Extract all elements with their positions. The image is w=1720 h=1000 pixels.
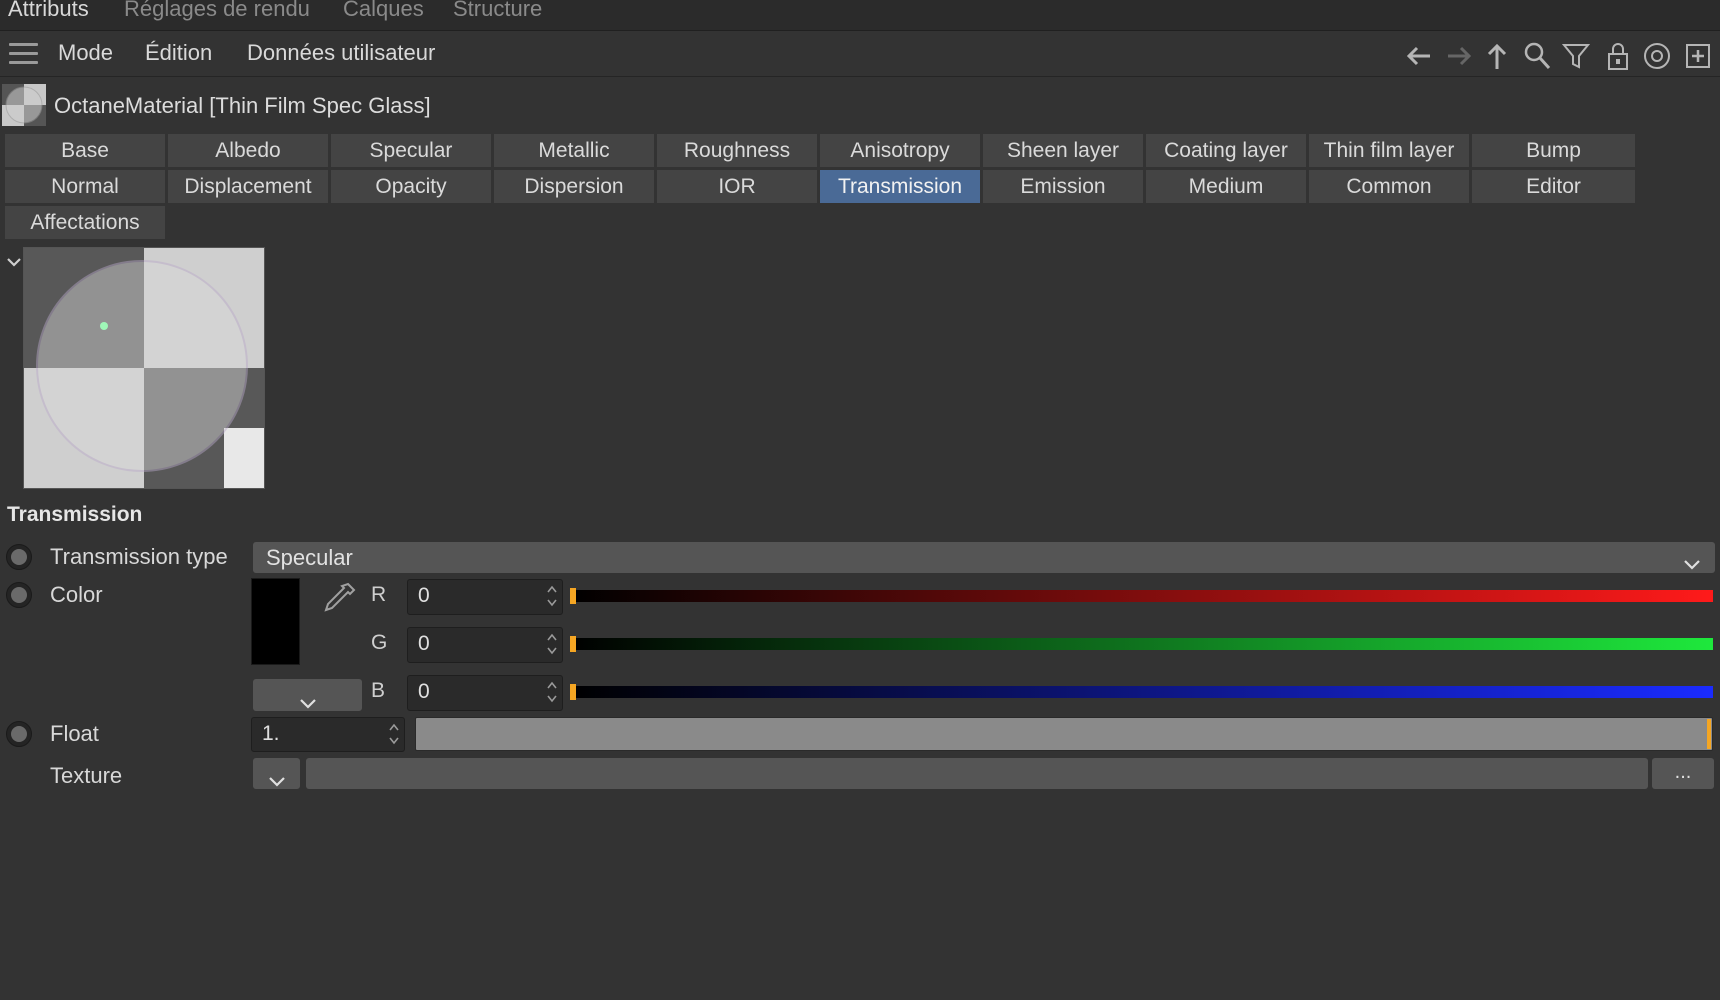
float-slider[interactable] bbox=[415, 717, 1713, 751]
object-header: OctaneMaterial [Thin Film Spec Glass] bbox=[0, 81, 1720, 127]
tab-transmission[interactable]: Transmission bbox=[820, 170, 980, 203]
eyedropper-icon[interactable] bbox=[318, 578, 360, 626]
color-mode-dropdown[interactable] bbox=[253, 679, 362, 711]
new-panel-icon[interactable] bbox=[1681, 39, 1715, 73]
animate-radio-icon[interactable] bbox=[6, 721, 32, 747]
red-input[interactable]: 0 bbox=[407, 579, 563, 615]
tab-ior[interactable]: IOR bbox=[657, 170, 817, 203]
channel-g-label: G bbox=[371, 631, 388, 654]
chevron-down-icon bbox=[299, 690, 317, 716]
tab-dispersion[interactable]: Dispersion bbox=[494, 170, 654, 203]
slider-knob[interactable] bbox=[570, 684, 576, 700]
lock-icon[interactable] bbox=[1601, 39, 1635, 73]
tab-anisotropy[interactable]: Anisotropy bbox=[820, 134, 980, 167]
tab-specular[interactable]: Specular bbox=[331, 134, 491, 167]
tab-metallic[interactable]: Metallic bbox=[494, 134, 654, 167]
tab-affectations[interactable]: Affectations bbox=[5, 206, 165, 239]
chevron-down-icon bbox=[268, 768, 286, 794]
tab-roughness[interactable]: Roughness bbox=[657, 134, 817, 167]
tab-base[interactable]: Base bbox=[5, 134, 165, 167]
animate-radio-icon[interactable] bbox=[6, 544, 32, 570]
texture-type-dropdown[interactable] bbox=[253, 758, 300, 789]
texture-browse-button[interactable]: ... bbox=[1652, 758, 1714, 789]
green-input[interactable]: 0 bbox=[407, 627, 563, 663]
menu-user-data[interactable]: Données utilisateur bbox=[247, 40, 435, 66]
red-slider[interactable] bbox=[570, 588, 1713, 604]
float-input[interactable]: 1. bbox=[251, 717, 405, 752]
slider-knob[interactable] bbox=[1707, 719, 1711, 749]
blue-slider[interactable] bbox=[570, 684, 1713, 700]
slider-knob[interactable] bbox=[570, 636, 576, 652]
tab-editor[interactable]: Editor bbox=[1472, 170, 1635, 203]
filter-icon[interactable] bbox=[1559, 39, 1593, 73]
blue-input[interactable]: 0 bbox=[407, 675, 563, 711]
section-title: Transmission bbox=[7, 503, 143, 526]
texture-label: Texture bbox=[50, 763, 123, 788]
animate-radio-icon[interactable] bbox=[6, 582, 32, 608]
color-label: Color bbox=[50, 582, 103, 607]
tab-bump[interactable]: Bump bbox=[1472, 134, 1635, 167]
object-title: OctaneMaterial [Thin Film Spec Glass] bbox=[54, 93, 431, 118]
arrow-left-icon[interactable] bbox=[1402, 39, 1436, 73]
channel-b-label: B bbox=[371, 679, 386, 702]
transmission-type-value: Specular bbox=[266, 545, 353, 570]
transmission-type-dropdown[interactable]: Specular bbox=[253, 542, 1715, 573]
tab-thin-film-layer[interactable]: Thin film layer bbox=[1309, 134, 1469, 167]
material-preview bbox=[23, 247, 265, 489]
material-thumbnail-icon bbox=[2, 84, 46, 126]
target-icon[interactable] bbox=[1640, 39, 1674, 73]
tab-structure[interactable]: Structure bbox=[453, 0, 542, 22]
green-slider[interactable] bbox=[570, 636, 1713, 652]
arrow-up-icon[interactable] bbox=[1480, 39, 1514, 73]
tab-albedo[interactable]: Albedo bbox=[168, 134, 328, 167]
tab-attributs[interactable]: Attributs bbox=[8, 0, 89, 22]
tab-medium[interactable]: Medium bbox=[1146, 170, 1306, 203]
tab-displacement[interactable]: Displacement bbox=[168, 170, 328, 203]
chevron-down-icon[interactable] bbox=[5, 251, 23, 267]
tab-emission[interactable]: Emission bbox=[983, 170, 1143, 203]
color-swatch[interactable] bbox=[251, 578, 300, 665]
menu-mode[interactable]: Mode bbox=[58, 40, 113, 66]
stepper-icon[interactable] bbox=[546, 583, 558, 609]
hamburger-menu-icon[interactable] bbox=[9, 43, 38, 65]
tab-opacity[interactable]: Opacity bbox=[331, 170, 491, 203]
float-label: Float bbox=[50, 721, 99, 746]
menu-edition[interactable]: Édition bbox=[145, 40, 212, 66]
arrow-right-icon[interactable] bbox=[1442, 39, 1476, 73]
top-tab-bar: Attributs Réglages de rendu Calques Stru… bbox=[0, 0, 1720, 31]
menu-bar: Mode Édition Données utilisateur bbox=[0, 31, 1720, 77]
tab-layers[interactable]: Calques bbox=[343, 0, 424, 22]
slider-knob[interactable] bbox=[570, 588, 576, 604]
tab-coating-layer[interactable]: Coating layer bbox=[1146, 134, 1306, 167]
search-icon[interactable] bbox=[1520, 39, 1554, 73]
tab-normal[interactable]: Normal bbox=[5, 170, 165, 203]
stepper-icon[interactable] bbox=[546, 679, 558, 705]
texture-slot[interactable] bbox=[306, 758, 1648, 789]
stepper-icon[interactable] bbox=[546, 631, 558, 657]
tab-sheen-layer[interactable]: Sheen layer bbox=[983, 134, 1143, 167]
stepper-icon[interactable] bbox=[388, 721, 400, 747]
channel-r-label: R bbox=[371, 583, 387, 606]
chevron-down-icon bbox=[1683, 551, 1701, 577]
tab-common[interactable]: Common bbox=[1309, 170, 1469, 203]
tab-render-settings[interactable]: Réglages de rendu bbox=[124, 0, 310, 22]
transmission-type-label: Transmission type bbox=[50, 544, 228, 569]
